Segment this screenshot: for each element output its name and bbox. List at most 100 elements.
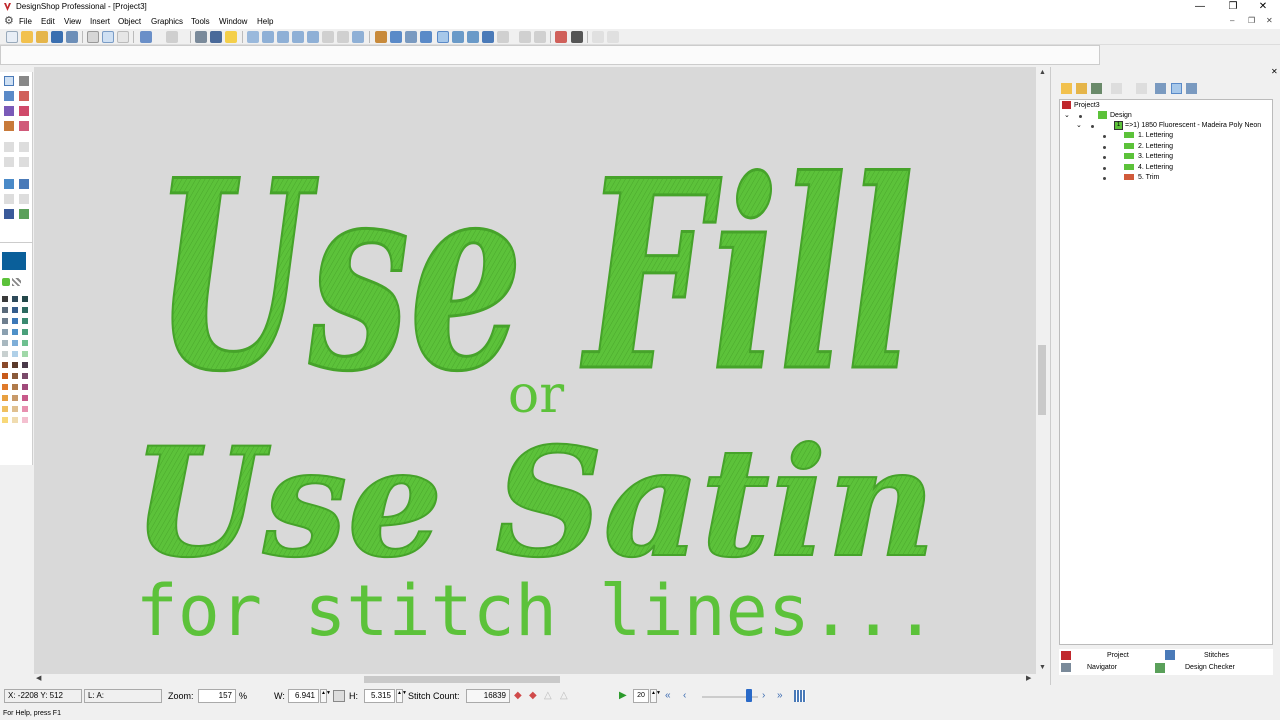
tree-object-item[interactable]: 5. Trim	[1138, 173, 1159, 182]
mdi-restore-button[interactable]: ❐	[1248, 16, 1255, 25]
grid-icon[interactable]	[390, 31, 402, 43]
current-color-swatch[interactable]	[2, 252, 26, 270]
step-forward-icon[interactable]: ›	[762, 690, 765, 701]
palette-color-swatch[interactable]	[1, 317, 9, 325]
palette-color-swatch[interactable]	[11, 350, 19, 358]
print-preview-icon[interactable]	[195, 31, 207, 43]
palette-color-swatch[interactable]	[11, 339, 19, 347]
docker-list-icon[interactable]	[1155, 83, 1166, 94]
save-icon[interactable]	[51, 31, 63, 43]
palette-color-swatch[interactable]	[21, 306, 29, 314]
cross-tool-icon[interactable]	[571, 31, 583, 43]
line-tool-icon[interactable]	[19, 76, 29, 86]
fast-forward-icon[interactable]: »	[777, 690, 783, 701]
tree-design[interactable]: Design	[1110, 111, 1132, 120]
tree-object-item[interactable]: 4. Lettering	[1138, 163, 1173, 172]
show-3d-icon[interactable]	[452, 31, 464, 43]
disabled-tool-d-icon[interactable]	[19, 157, 29, 167]
shape-tool-icon[interactable]	[4, 106, 14, 116]
scroll-right-icon[interactable]: ▶	[1026, 675, 1031, 683]
palette-color-swatch[interactable]	[11, 405, 19, 413]
step-spinner[interactable]: ▲▼	[650, 689, 661, 703]
docker-settings-icon[interactable]	[1186, 83, 1197, 94]
palette-color-swatch[interactable]	[21, 394, 29, 402]
disabled-stitch-icon[interactable]: △	[544, 690, 552, 701]
fill-tool-icon[interactable]	[19, 121, 29, 131]
menu-insert[interactable]: Insert	[90, 17, 110, 26]
palette-color-swatch[interactable]	[11, 394, 19, 402]
lock-ratio-icon[interactable]	[333, 690, 345, 702]
palette-color-swatch[interactable]	[1, 350, 9, 358]
horizontal-scrollbar[interactable]: ◀ ▶	[34, 674, 1036, 685]
tree-object-item[interactable]: 1. Lettering	[1138, 131, 1173, 140]
design-canvas[interactable]: Use Fill or Use Satin for stitch lines...	[34, 67, 1036, 674]
menu-tools[interactable]: Tools	[191, 17, 210, 26]
palette-color-swatch[interactable]	[1, 361, 9, 369]
step-input[interactable]: 20	[633, 689, 649, 703]
menu-edit[interactable]: Edit	[41, 17, 55, 26]
palette-color-swatch[interactable]	[21, 317, 29, 325]
docker-details-icon[interactable]	[1171, 83, 1182, 94]
show-stitches-icon[interactable]	[420, 31, 432, 43]
zoom-selection-icon[interactable]	[307, 31, 319, 43]
zoom-next-icon[interactable]	[337, 31, 349, 43]
palette-color-swatch[interactable]	[21, 383, 29, 391]
monogram-tool-icon[interactable]	[4, 209, 14, 219]
next-stitch-icon[interactable]: ◆	[529, 690, 537, 701]
disabled-tool-e-icon[interactable]	[4, 194, 14, 204]
show-outlines-icon[interactable]	[437, 31, 449, 43]
stitch-list-icon[interactable]	[794, 690, 806, 702]
width-spinner[interactable]: ▲▼	[320, 689, 331, 703]
tab-project[interactable]: Project	[1107, 651, 1129, 661]
tree-root[interactable]: Project3	[1074, 101, 1100, 110]
design-lettering-3[interactable]: Use Satin	[131, 414, 937, 592]
palette-color-swatch[interactable]	[1, 416, 9, 424]
width-input[interactable]: 6.941	[288, 689, 319, 703]
docker-open-icon[interactable]	[1061, 83, 1072, 94]
redo-icon[interactable]	[166, 31, 178, 43]
docker-folder-icon[interactable]	[1076, 83, 1087, 94]
mirror-tool-icon[interactable]	[4, 179, 14, 189]
tree-color-entry[interactable]: =>1) 1850 Fluorescent - Madeira Poly Neo…	[1125, 121, 1261, 130]
palette-color-swatch[interactable]	[1, 372, 9, 380]
play-icon[interactable]: ▶	[619, 690, 627, 701]
open-recent-icon[interactable]	[36, 31, 48, 43]
cut-icon[interactable]	[87, 31, 99, 43]
prev-stitch-icon[interactable]: ◆	[514, 690, 522, 701]
palette-color-swatch[interactable]	[11, 306, 19, 314]
paste-icon[interactable]	[117, 31, 129, 43]
height-spinner[interactable]: ▲▼	[396, 689, 407, 703]
vertical-scroll-thumb[interactable]	[1038, 345, 1046, 415]
stitch-slider-thumb[interactable]	[746, 689, 752, 702]
tree-object-item[interactable]: 3. Lettering	[1138, 152, 1173, 161]
zoom-all-icon[interactable]	[292, 31, 304, 43]
height-input[interactable]: 5.315	[364, 689, 395, 703]
wizard-icon[interactable]	[534, 31, 546, 43]
zoom-input[interactable]: 157	[198, 689, 236, 703]
zoom-box-icon[interactable]	[247, 31, 259, 43]
show-graphics-icon[interactable]	[467, 31, 479, 43]
rewind-icon[interactable]: «	[665, 690, 671, 701]
menu-file[interactable]: File	[19, 17, 32, 26]
docker-disabled-icon[interactable]	[1111, 83, 1122, 94]
scroll-left-icon[interactable]: ◀	[36, 675, 41, 683]
scroll-up-icon[interactable]: ▲	[1039, 69, 1046, 77]
new-file-icon[interactable]	[6, 31, 18, 43]
copy-icon[interactable]	[102, 31, 114, 43]
palette-color-swatch[interactable]	[21, 339, 29, 347]
menu-graphics[interactable]: Graphics	[151, 17, 183, 26]
vertical-scrollbar[interactable]: ▲ ▼	[1036, 67, 1048, 674]
palette-color-swatch[interactable]	[21, 361, 29, 369]
palette-color-swatch[interactable]	[1, 394, 9, 402]
show-nodes-icon[interactable]	[482, 31, 494, 43]
disabled-stitch-2-icon[interactable]: △	[560, 690, 568, 701]
palette-color-swatch[interactable]	[1, 383, 9, 391]
palette-color-swatch[interactable]	[1, 328, 9, 336]
undo-icon[interactable]	[140, 31, 152, 43]
pen-tool-icon[interactable]	[19, 91, 29, 101]
disabled-tool-2-icon[interactable]	[607, 31, 619, 43]
scissors-tool-icon[interactable]	[555, 31, 567, 43]
design-lettering-4[interactable]: for stitch lines...	[136, 570, 937, 652]
help-icon[interactable]	[225, 31, 237, 43]
print-icon[interactable]	[210, 31, 222, 43]
